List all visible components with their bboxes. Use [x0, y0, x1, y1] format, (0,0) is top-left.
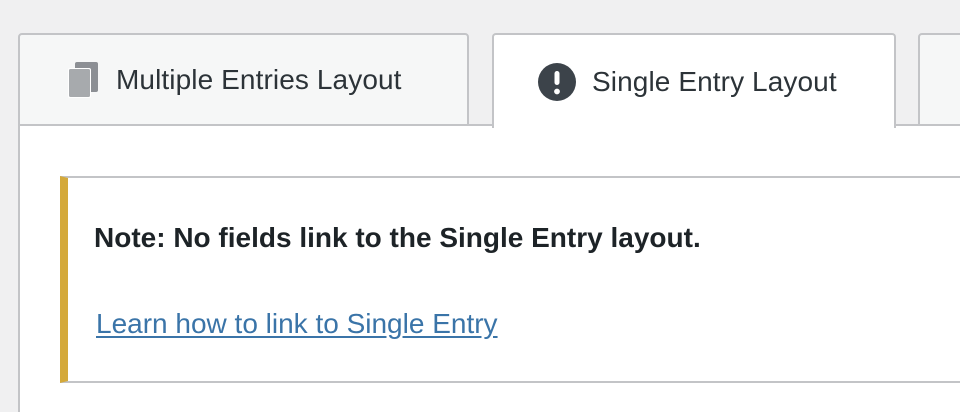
tab-multiple-entries-layout[interactable]: Multiple Entries Layout: [18, 33, 469, 126]
notice-message: Note: No fields link to the Single Entry…: [94, 222, 701, 253]
tab-label: Single Entry Layout: [592, 65, 837, 97]
tab-label: Multiple Entries Layout: [116, 63, 402, 95]
learn-how-link[interactable]: Learn how to link to Single Entry: [96, 308, 498, 340]
tab-single-entry-layout[interactable]: Single Entry Layout: [492, 33, 896, 128]
warning-icon: [538, 62, 576, 101]
warning-notice: Note: No fields link to the Single Entry…: [60, 176, 960, 383]
tab-additional[interactable]: [918, 33, 960, 126]
documents-icon: [66, 61, 100, 98]
layout-editor: Multiple Entries Layout Single Entry Lay…: [0, 0, 960, 412]
